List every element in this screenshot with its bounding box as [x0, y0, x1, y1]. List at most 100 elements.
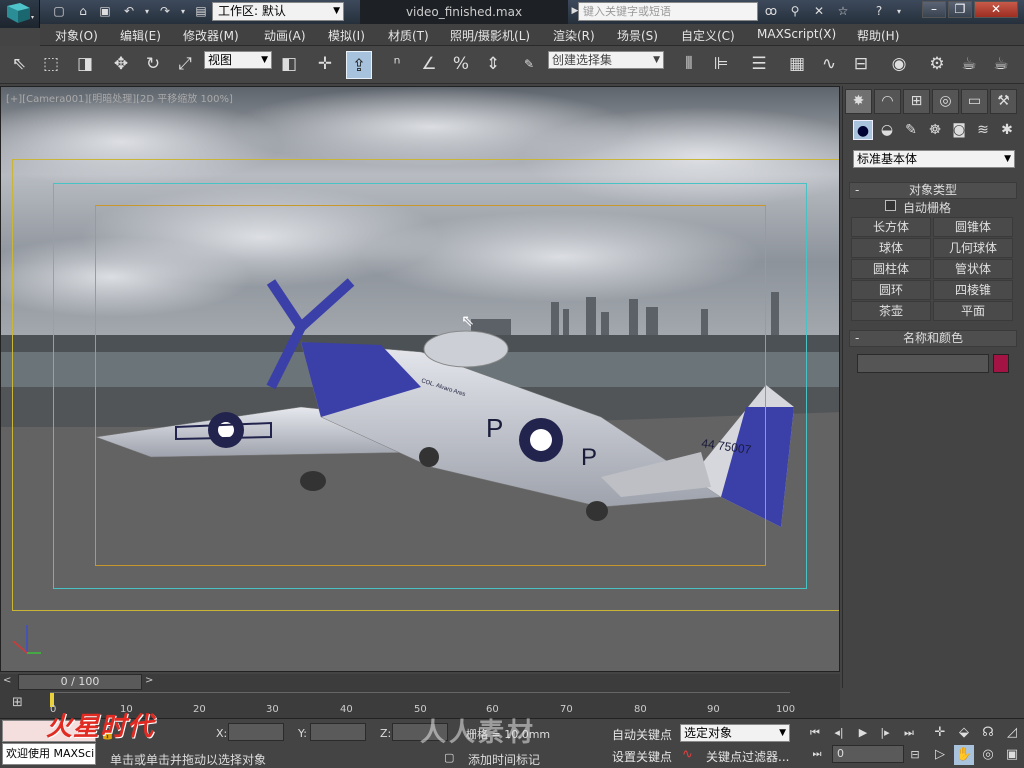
y-coordinate-field[interactable] [310, 723, 366, 741]
keyboard-shortcut-override-icon[interactable]: ⇪ [346, 51, 372, 79]
app-menu-button[interactable] [0, 0, 40, 28]
zoom-icon[interactable]: ✛ [930, 723, 950, 743]
select-object-icon[interactable]: ⇖ [6, 50, 32, 78]
save-file-icon[interactable]: ▣ [96, 3, 114, 20]
angle-snap-icon[interactable]: ∠ [416, 50, 442, 78]
geosphere-button[interactable]: 几何球体 [933, 238, 1013, 258]
favorites-star-icon[interactable]: ☆ [834, 3, 852, 20]
layer-manager-icon[interactable]: ☰ [746, 50, 772, 78]
menu-modifiers[interactable]: 修改器(M) [183, 27, 239, 44]
time-configuration-icon[interactable]: ⊟ [906, 746, 924, 764]
systems-icon[interactable]: ✱ [997, 120, 1017, 140]
menu-render[interactable]: 渲染(R) [553, 27, 595, 44]
time-slider-next-icon[interactable]: > [145, 675, 153, 686]
render-production-icon[interactable]: ☕ [988, 50, 1014, 78]
key-mode-dropdown[interactable]: 选定对象 ▼ [680, 724, 790, 742]
undo-icon[interactable]: ↶ [120, 3, 138, 20]
sphere-button[interactable]: 球体 [851, 238, 931, 258]
menu-object[interactable]: 对象(O) [55, 27, 98, 44]
field-of-view-icon[interactable]: ◿ [1002, 723, 1022, 743]
menu-scene[interactable]: 场景(S) [617, 27, 658, 44]
next-frame-icon[interactable]: |▸ [876, 724, 894, 742]
lights-icon[interactable]: ✎ [901, 120, 921, 140]
binoculars-icon[interactable]: ꝏ [762, 3, 780, 20]
material-editor-icon[interactable]: ◉ [886, 50, 912, 78]
maxscript-mini-listener[interactable]: 欢迎使用 MAXSci [2, 743, 96, 765]
scene-explorer-icon[interactable]: ▦ [784, 50, 810, 78]
percent-snap-icon[interactable]: % [448, 50, 474, 78]
snaps-toggle-icon[interactable]: ⁿ [384, 50, 410, 78]
dolly-icon[interactable]: ▷ [930, 745, 950, 765]
maximize-viewport-icon[interactable]: ▣ [1002, 745, 1022, 765]
cameras-icon[interactable]: ☸ [925, 120, 945, 140]
motion-tab-icon[interactable]: ◎ [932, 89, 959, 114]
display-tab-icon[interactable]: ▭ [961, 89, 988, 114]
cone-button[interactable]: 圆锥体 [933, 217, 1013, 237]
add-time-tag-button[interactable]: 添加时间标记 [468, 751, 540, 768]
mirror-icon[interactable]: ⫴ [676, 50, 702, 78]
select-manipulate-icon[interactable]: ✛ [312, 50, 338, 78]
space-warps-icon[interactable]: ≋ [973, 120, 993, 140]
reference-coordinate-dropdown[interactable]: 视图 ▼ [204, 51, 272, 69]
help-icon[interactable]: ? [870, 3, 888, 20]
workspace-dropdown[interactable]: 工作区: 默认 ▼ [212, 2, 344, 21]
orbit-icon[interactable]: ☊ [978, 723, 998, 743]
geometry-icon[interactable]: ● [853, 120, 873, 140]
window-crossing-icon[interactable]: ◨ [72, 50, 98, 78]
selection-region-icon[interactable]: ⬚ [38, 50, 64, 78]
goto-end-icon[interactable]: ⏭ [900, 724, 918, 742]
menu-edit[interactable]: 编辑(E) [120, 27, 161, 44]
select-scale-icon[interactable]: ⤢ [172, 50, 198, 78]
key-filters-button[interactable]: 关键点过滤器... [706, 748, 789, 765]
pivot-center-icon[interactable]: ◧ [276, 50, 302, 78]
object-name-field[interactable] [857, 354, 989, 373]
help-dropdown-icon[interactable]: ▾ [890, 3, 908, 20]
x-coordinate-field[interactable] [228, 723, 284, 741]
teapot-button[interactable]: 茶壶 [851, 301, 931, 321]
menu-material[interactable]: 材质(T) [388, 27, 429, 44]
render-setup-icon[interactable]: ⚙ [924, 50, 950, 78]
name-color-rollout[interactable]: - 名称和颜色 [849, 330, 1017, 347]
subscription-icon[interactable]: ⚲ [786, 3, 804, 20]
shapes-icon[interactable]: ◒ [877, 120, 897, 140]
set-key-button[interactable]: 设置关键点 [612, 748, 672, 765]
hierarchy-tab-icon[interactable]: ⊞ [903, 89, 930, 114]
pyramid-button[interactable]: 四棱锥 [933, 280, 1013, 300]
zoom-all-icon[interactable]: ⬙ [954, 723, 974, 743]
mini-curve-editor-icon[interactable]: ⊞ [12, 695, 23, 710]
time-slider-thumb[interactable]: 0 / 100 [18, 674, 142, 690]
menu-animation[interactable]: 动画(A) [264, 27, 306, 44]
communication-center-icon[interactable]: ✕ [810, 3, 828, 20]
menu-simulate[interactable]: 模拟(I) [328, 27, 365, 44]
close-button[interactable]: ✕ [974, 1, 1018, 18]
menu-customize[interactable]: 自定义(C) [681, 27, 735, 44]
menu-lighting-camera[interactable]: 照明/摄影机(L) [450, 27, 530, 44]
key-mode-toggle-icon[interactable]: ⏭ [808, 746, 826, 764]
open-file-icon[interactable]: ⌂ [74, 3, 92, 20]
minimize-button[interactable]: – [922, 1, 946, 18]
box-button[interactable]: 长方体 [851, 217, 931, 237]
new-file-icon[interactable]: ▢ [50, 3, 68, 20]
tube-button[interactable]: 管状体 [933, 259, 1013, 279]
torus-button[interactable]: 圆环 [851, 280, 931, 300]
category-dropdown[interactable]: 标准基本体 ▼ [853, 150, 1015, 168]
play-icon[interactable]: ▶ [854, 724, 872, 742]
modify-tab-icon[interactable]: ◠ [874, 89, 901, 114]
time-slider-prev-icon[interactable]: < [3, 675, 11, 686]
curve-editor-icon[interactable]: ∿ [816, 50, 842, 78]
select-rotate-icon[interactable]: ↻ [140, 50, 166, 78]
camera-viewport[interactable]: P P 44 75007 COL. Alvaro Ares [+][Camera… [0, 86, 840, 672]
viewport-label[interactable]: [+][Camera001][明暗处理][2D 平移缩放 100%] [6, 90, 233, 105]
edit-named-selection-icon[interactable]: ✎ [516, 50, 542, 78]
add-time-tag-icon[interactable]: ▢ [444, 751, 454, 764]
object-type-rollout[interactable]: - 对象类型 [849, 182, 1017, 199]
cylinder-button[interactable]: 圆柱体 [851, 259, 931, 279]
utilities-tab-icon[interactable]: ⚒ [990, 89, 1017, 114]
named-selection-set-dropdown[interactable]: 创建选择集 ▼ [548, 51, 664, 69]
redo-dropdown-icon[interactable]: ▾ [174, 3, 192, 20]
align-icon[interactable]: ⊫ [708, 50, 734, 78]
menu-help[interactable]: 帮助(H) [857, 27, 899, 44]
rendered-frame-window-icon[interactable]: ☕ [956, 50, 982, 78]
goto-start-icon[interactable]: ⏮ [806, 724, 824, 742]
restore-button[interactable]: ❐ [948, 1, 972, 18]
